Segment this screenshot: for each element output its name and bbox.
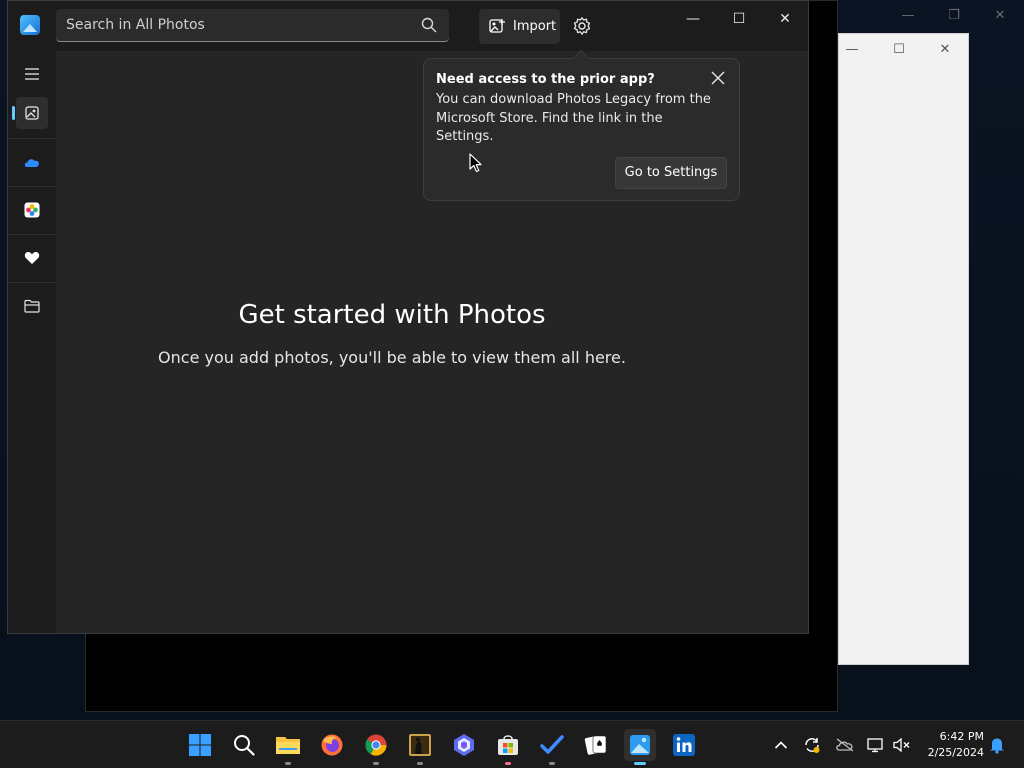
taskbar-linkedin[interactable]: [668, 729, 700, 761]
close-icon[interactable]: [709, 69, 727, 87]
search-icon[interactable]: [421, 17, 437, 33]
chrome-icon: [365, 734, 387, 756]
taskbar-solitaire[interactable]: [580, 729, 612, 761]
selection-indicator: [12, 106, 15, 120]
sidebar-divider: [8, 282, 56, 283]
minimize-icon[interactable]: —: [898, 6, 918, 26]
hamburger-icon: [25, 68, 39, 80]
tray-volume[interactable]: [892, 735, 912, 755]
close-icon[interactable]: ✕: [935, 40, 955, 60]
copilot-icon: [454, 734, 474, 756]
volume-muted-icon: [893, 737, 910, 753]
import-icon: [489, 19, 505, 33]
microsoft-store-icon: [498, 735, 518, 755]
show-hidden-icons-button[interactable]: [771, 735, 791, 755]
taskbar-image-viewer[interactable]: [404, 729, 436, 765]
todo-checkmark-icon: [540, 735, 564, 754]
sync-icon: [805, 738, 820, 753]
maximize-button[interactable]: ☐: [723, 9, 755, 29]
onedrive-offline-icon: [836, 738, 854, 752]
import-label: Import: [513, 19, 557, 34]
nav-favorites[interactable]: [16, 242, 48, 274]
empty-state-message: Once you add photos, you'll be able to v…: [158, 348, 626, 367]
solitaire-cards-icon: [584, 735, 607, 755]
mouse-cursor-icon: [469, 153, 482, 173]
nav-onedrive[interactable]: [16, 146, 48, 178]
running-indicator: [285, 762, 291, 765]
tip-title: Need access to the prior app?: [436, 72, 655, 87]
running-indicator: [417, 762, 423, 765]
running-indicator: [549, 762, 555, 765]
sidebar-divider: [8, 138, 56, 139]
system-clock[interactable]: 6:42 PM 2/25/2024: [922, 729, 984, 761]
linkedin-icon: [673, 734, 695, 756]
notifications-button[interactable]: [987, 735, 1007, 755]
go-to-settings-button[interactable]: Go to Settings: [615, 157, 727, 189]
bell-icon: [990, 738, 1004, 754]
sidebar-divider: [8, 234, 56, 235]
nav-all-photos[interactable]: [12, 97, 48, 129]
taskbar-firefox[interactable]: [316, 729, 348, 761]
taskbar-microsoft-store[interactable]: [492, 729, 524, 765]
close-button[interactable]: ✕: [769, 9, 801, 29]
restore-icon[interactable]: ❐: [944, 6, 964, 26]
clock-time: 6:42 PM: [939, 730, 984, 743]
heart-icon: [24, 251, 40, 264]
taskbar-search-button[interactable]: [228, 729, 260, 761]
running-indicator: [373, 762, 379, 765]
sidebar-divider: [8, 186, 56, 187]
file-explorer-icon: [276, 737, 300, 754]
active-indicator: [634, 762, 646, 765]
photos-app-logo-icon: [20, 15, 40, 35]
nav-icloud[interactable]: [16, 194, 48, 226]
hamburger-menu-button[interactable]: [16, 58, 48, 90]
navigation-sidebar: [8, 51, 56, 633]
minimize-icon[interactable]: —: [842, 40, 862, 60]
title-bar[interactable]: Search in All Photos Import — ☐ ✕: [8, 1, 808, 51]
minimize-button[interactable]: —: [677, 9, 709, 29]
photos-app-icon: [630, 735, 650, 755]
tray-onedrive[interactable]: [835, 735, 855, 755]
firefox-icon: [321, 734, 343, 756]
search-input[interactable]: Search in All Photos: [56, 9, 449, 42]
search-icon: [234, 735, 255, 756]
windows-logo-icon: [189, 734, 211, 756]
network-icon: [867, 738, 883, 753]
running-indicator: [505, 762, 511, 765]
photos-icon: [25, 106, 39, 120]
settings-gear-icon[interactable]: [572, 16, 592, 36]
background-window-titlebar[interactable]: — ❐ ✕: [838, 0, 1024, 32]
tip-body: You can download Photos Legacy from the …: [436, 92, 711, 144]
taskbar-chrome[interactable]: [360, 729, 392, 765]
chevron-up-icon: [774, 741, 788, 749]
import-button[interactable]: Import: [479, 9, 560, 44]
image-viewer-icon: [409, 734, 431, 756]
search-placeholder: Search in All Photos: [66, 17, 205, 33]
taskbar-copilot[interactable]: [448, 729, 480, 761]
maximize-icon[interactable]: ☐: [889, 40, 909, 60]
taskbar-file-explorer[interactable]: [272, 729, 304, 765]
taskbar-photos[interactable]: [624, 729, 656, 765]
taskbar: 6:42 PM 2/25/2024: [0, 720, 1024, 768]
start-button[interactable]: [184, 729, 216, 761]
background-window-light[interactable]: — ☐ ✕: [838, 33, 969, 665]
close-icon[interactable]: ✕: [990, 6, 1010, 26]
clock-date: 2/25/2024: [927, 746, 984, 759]
onedrive-cloud-icon: [24, 159, 39, 167]
icloud-photos-icon: [24, 202, 40, 218]
page-title: Get started with Photos: [238, 300, 546, 330]
taskbar-todo[interactable]: [536, 729, 568, 765]
tray-sync-status[interactable]: [802, 735, 822, 755]
teaching-tip: Need access to the prior app? You can do…: [423, 50, 740, 201]
tray-network[interactable]: [866, 735, 886, 755]
